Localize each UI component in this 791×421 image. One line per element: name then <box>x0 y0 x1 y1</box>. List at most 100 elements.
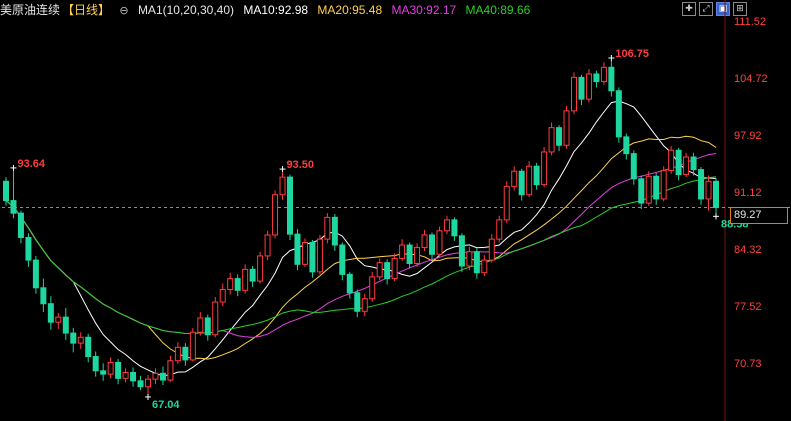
candle-up[interactable] <box>585 73 592 100</box>
candle-up[interactable] <box>264 234 271 257</box>
candle-up[interactable] <box>301 242 308 265</box>
candle-up[interactable] <box>227 278 234 290</box>
candle-down[interactable] <box>249 268 256 282</box>
candle-down[interactable] <box>451 219 458 237</box>
candle-up[interactable] <box>436 230 443 255</box>
candle-up[interactable] <box>668 149 675 171</box>
candle-up[interactable] <box>272 194 279 236</box>
candle-up[interactable] <box>145 378 151 388</box>
candle-down[interactable] <box>3 180 9 202</box>
candle-down[interactable] <box>92 356 99 372</box>
candle-up[interactable] <box>563 110 570 146</box>
candle-up[interactable] <box>600 66 607 83</box>
high-annotation: 93.50 <box>287 159 315 171</box>
candle-up[interactable] <box>376 262 383 278</box>
candle-up[interactable] <box>212 301 219 336</box>
candle-up[interactable] <box>361 298 368 312</box>
candle-down[interactable] <box>294 233 301 265</box>
candle-up[interactable] <box>219 288 226 303</box>
candle-down[interactable] <box>234 278 241 291</box>
candle-down[interactable] <box>47 303 54 323</box>
candle-down[interactable] <box>593 73 600 83</box>
candle-up[interactable] <box>683 156 690 176</box>
candle-down[interactable] <box>473 251 480 274</box>
candle-down[interactable] <box>130 371 137 382</box>
candle-down[interactable] <box>354 292 361 312</box>
candle-up[interactable] <box>316 238 323 273</box>
candle-down[interactable] <box>630 153 637 180</box>
candle-up[interactable] <box>167 360 174 381</box>
candle-up[interactable] <box>174 346 181 362</box>
candle-down[interactable] <box>17 212 24 238</box>
candle-up[interactable] <box>481 259 488 274</box>
candle-up[interactable] <box>55 316 62 323</box>
candle-up[interactable] <box>107 361 114 375</box>
candle-down[interactable] <box>10 200 17 214</box>
candle-down[interactable] <box>62 316 69 334</box>
candle-down[interactable] <box>309 242 316 273</box>
candle-down[interactable] <box>406 244 413 264</box>
candle-up[interactable] <box>197 317 204 333</box>
candle-down[interactable] <box>115 361 122 379</box>
candle-down[interactable] <box>85 336 92 358</box>
candle-down[interactable] <box>458 235 465 267</box>
candle-up[interactable] <box>660 169 667 200</box>
candle-down[interactable] <box>346 273 353 294</box>
candle-down[interactable] <box>615 90 622 138</box>
candle-up[interactable] <box>257 255 264 282</box>
candle-up[interactable] <box>399 244 406 259</box>
candle-up[interactable] <box>645 175 652 204</box>
candle-up[interactable] <box>443 219 450 232</box>
candle-down[interactable] <box>638 178 645 204</box>
candle-down[interactable] <box>287 176 293 235</box>
candle-down[interactable] <box>653 175 660 200</box>
candle-down[interactable] <box>32 259 39 289</box>
candle-up[interactable] <box>189 331 196 361</box>
candle-up[interactable] <box>369 276 376 300</box>
candle-up[interactable] <box>324 216 331 240</box>
candle-down[interactable] <box>70 332 77 344</box>
candle-down[interactable] <box>182 346 189 361</box>
candle-up[interactable] <box>391 257 398 280</box>
candle-up[interactable] <box>705 180 712 200</box>
candle-down[interactable] <box>331 216 338 246</box>
candle-down[interactable] <box>25 236 32 261</box>
candle-down[interactable] <box>137 380 144 388</box>
candle-up[interactable] <box>548 127 555 153</box>
candle-down[interactable] <box>578 76 585 100</box>
candle-down[interactable] <box>608 66 615 92</box>
candle-down[interactable] <box>713 180 719 209</box>
candle-up[interactable] <box>77 336 84 344</box>
candle-up[interactable] <box>503 185 510 221</box>
candle-up[interactable] <box>571 76 577 112</box>
candle-down[interactable] <box>384 262 391 280</box>
candle-up[interactable] <box>152 372 159 380</box>
candle-down[interactable] <box>698 169 705 200</box>
candle-down[interactable] <box>690 156 697 171</box>
candle-up[interactable] <box>541 151 548 186</box>
candle-up[interactable] <box>526 165 533 196</box>
candle-up[interactable] <box>279 176 286 196</box>
candle-down[interactable] <box>429 234 435 255</box>
candle-up[interactable] <box>496 219 503 240</box>
candlestick-chart[interactable]: 111.52 104.72 97.92 91.12 84.32 77.52 70.73 93.… <box>0 0 791 421</box>
candle-down[interactable] <box>159 372 166 381</box>
candle-up[interactable] <box>488 238 495 261</box>
candle-up[interactable] <box>242 268 249 291</box>
candle-down[interactable] <box>204 317 211 336</box>
candle-up[interactable] <box>466 251 473 267</box>
candle-up[interactable] <box>511 170 518 187</box>
candle-down[interactable] <box>518 170 525 196</box>
candle-up[interactable] <box>421 234 428 249</box>
candle-up[interactable] <box>122 371 129 379</box>
candle-down[interactable] <box>556 127 563 146</box>
candle-down[interactable] <box>339 244 346 275</box>
candle-down[interactable] <box>675 149 682 176</box>
candle-down[interactable] <box>100 370 107 375</box>
candle-up[interactable] <box>414 247 421 264</box>
candle-down[interactable] <box>533 165 540 186</box>
ma10-line <box>5 100 717 377</box>
candle-down[interactable] <box>623 136 630 155</box>
candle-down[interactable] <box>40 287 47 305</box>
ma30-line <box>5 153 717 338</box>
